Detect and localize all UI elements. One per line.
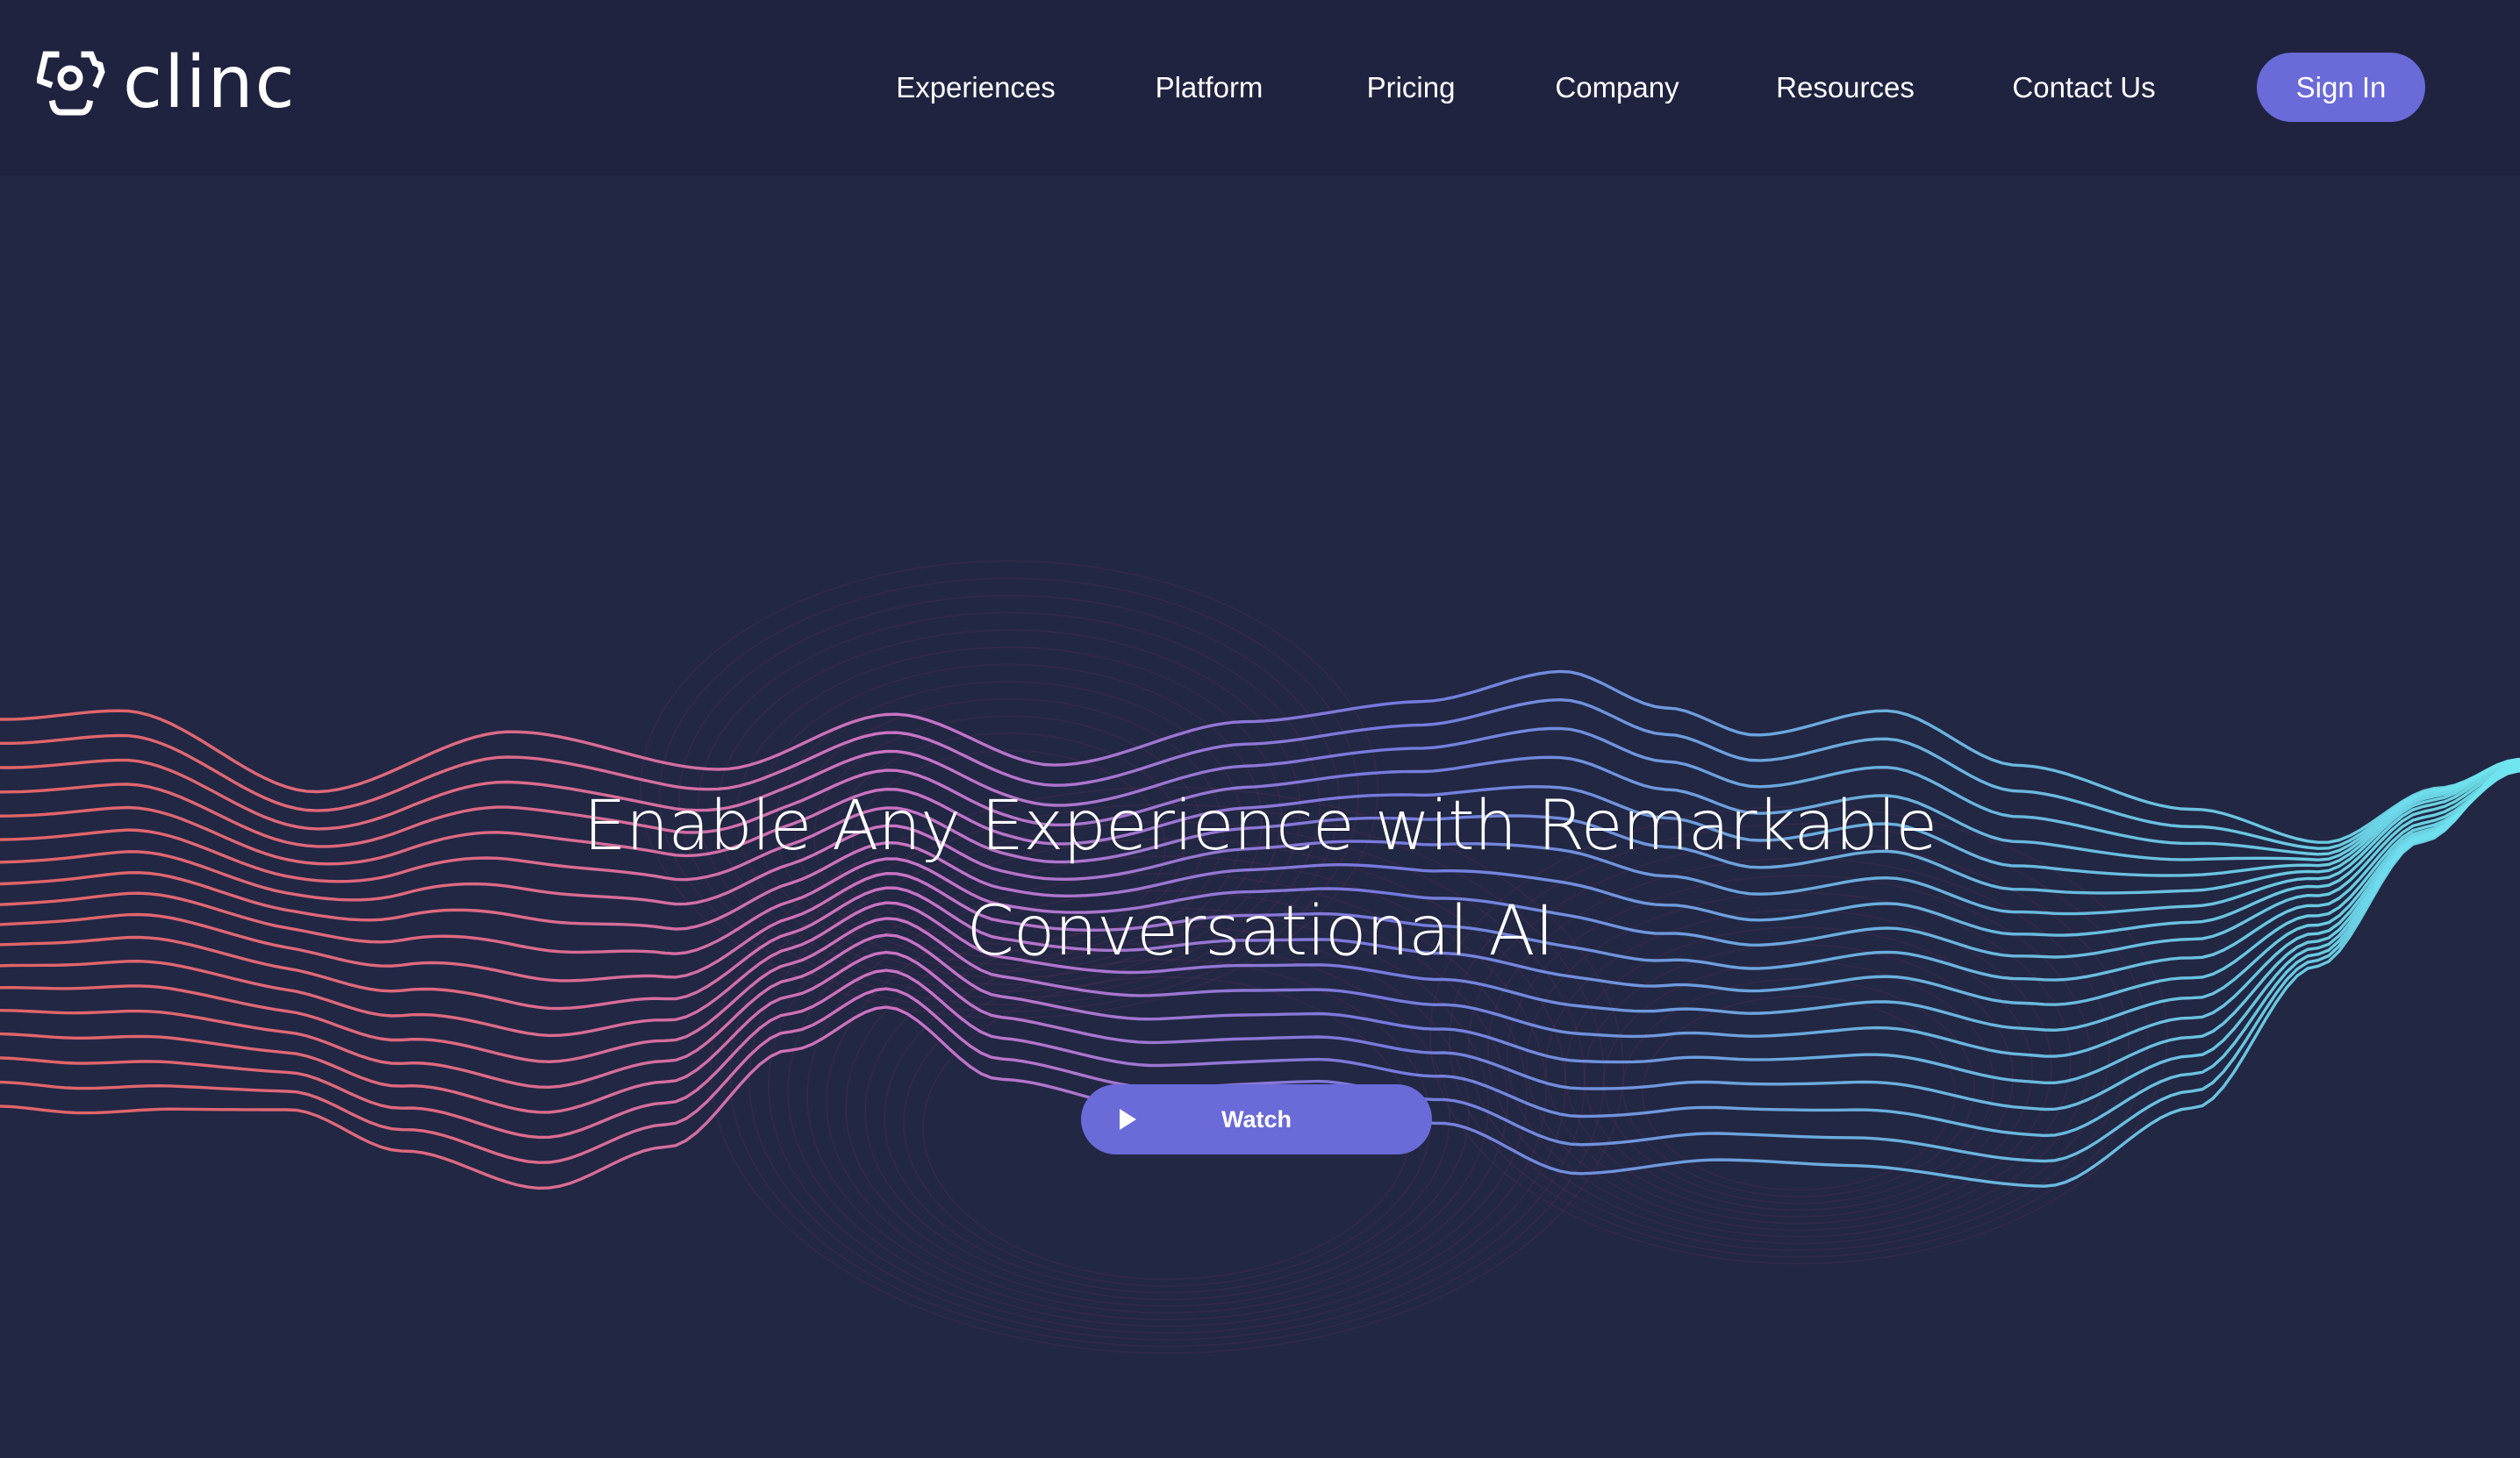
- nav-pricing[interactable]: Pricing: [1367, 68, 1456, 107]
- hero-headline-line1: Enable Any Experience with Remarkable: [583, 787, 1938, 866]
- sign-in-button[interactable]: Sign In: [2257, 53, 2425, 122]
- hero-wave-graphic: [0, 560, 2520, 1354]
- watch-video-button[interactable]: Watch: [1081, 1084, 1432, 1154]
- ripple-line: [1584, 943, 2014, 1211]
- site-header: clinc Experiences Platform Pricing Compa…: [0, 0, 2520, 175]
- nav-resources[interactable]: Resources: [1776, 68, 1915, 107]
- watch-label: Watch: [1221, 1105, 1292, 1133]
- hero-headline-line2: Conversational AI: [966, 892, 1554, 971]
- main-nav: Experiences Platform Pricing Company Res…: [0, 0, 2520, 175]
- nav-platform[interactable]: Platform: [1156, 68, 1264, 107]
- nav-contact-us[interactable]: Contact Us: [2012, 68, 2155, 107]
- nav-company[interactable]: Company: [1555, 68, 1679, 107]
- nav-experiences[interactable]: Experiences: [896, 68, 1056, 107]
